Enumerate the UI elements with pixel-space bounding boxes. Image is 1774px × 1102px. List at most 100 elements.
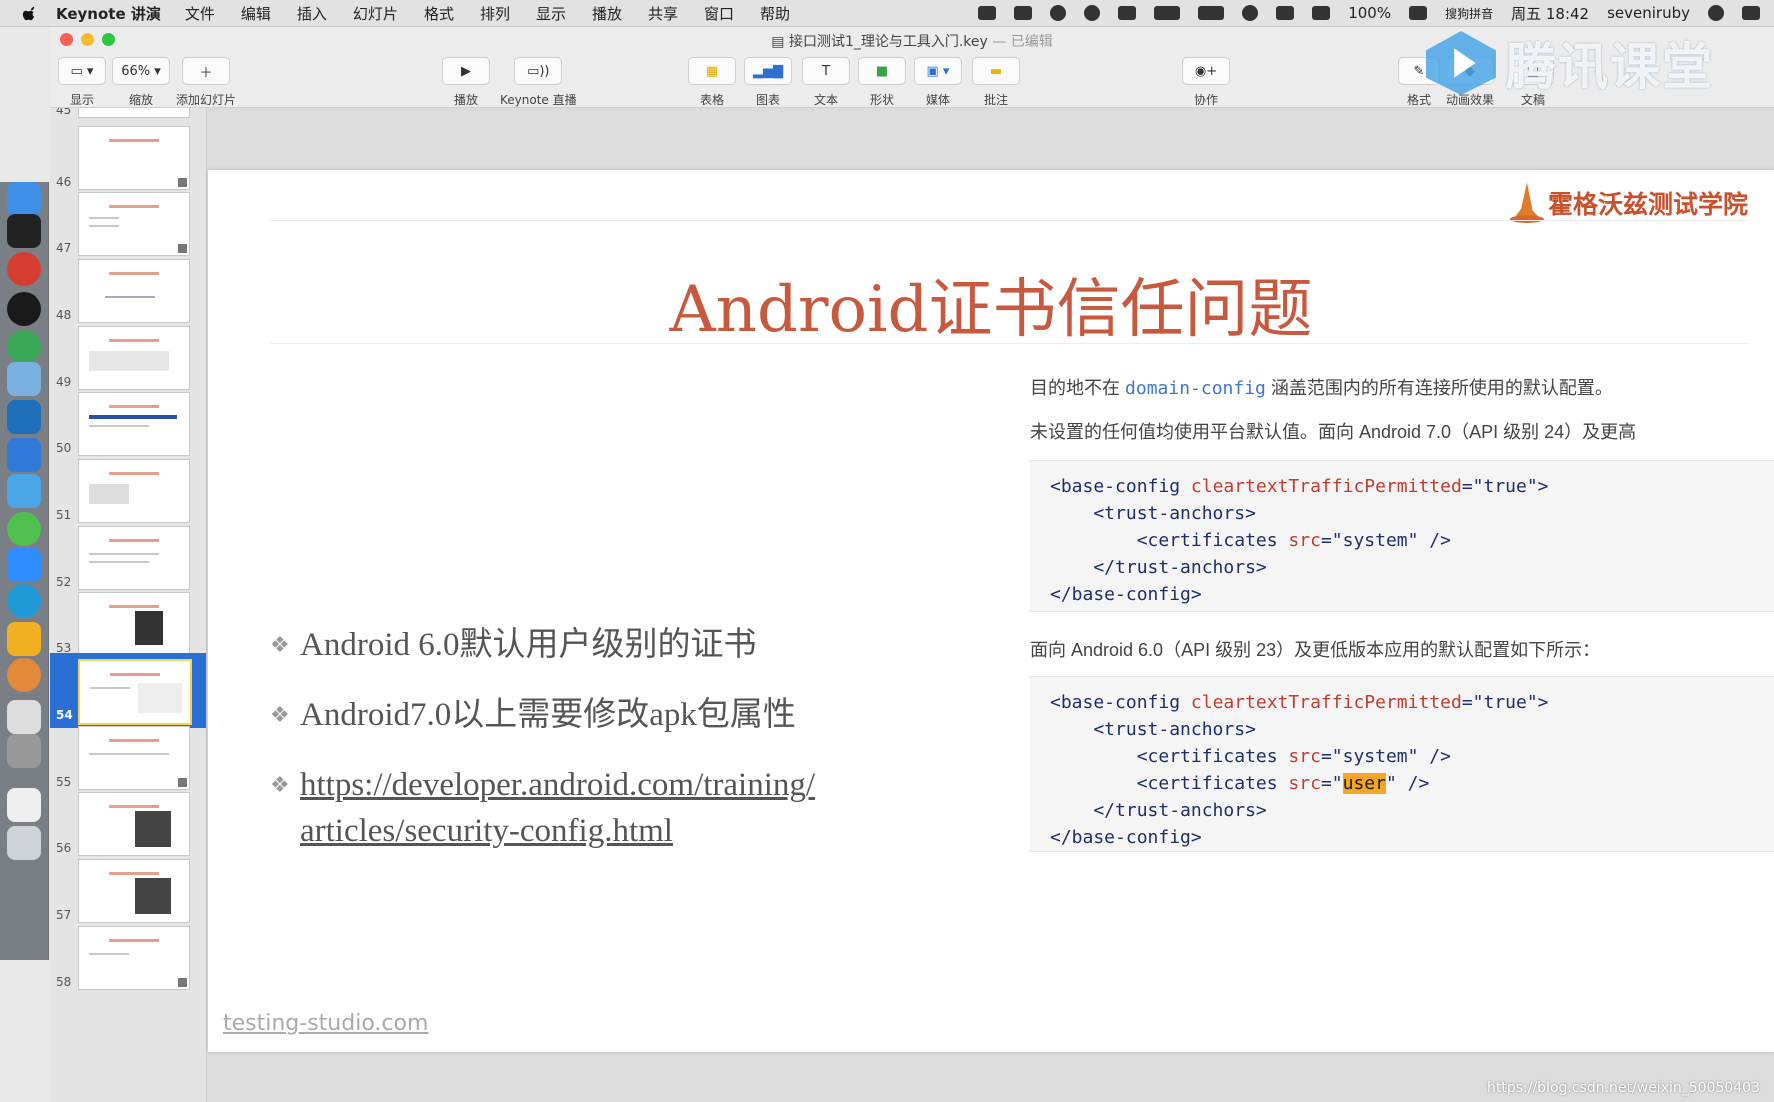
vscode-icon[interactable] [7, 438, 41, 472]
menu-arrange[interactable]: 排列 [480, 3, 510, 24]
bullet-list[interactable]: ❖ Android 6.0默认用户级别的证书 ❖ Android7.0以上需要修… [268, 622, 868, 878]
app-icon[interactable] [7, 658, 41, 692]
slide-thumb-48[interactable]: 48 [50, 253, 206, 328]
view-button[interactable]: ▭ ▾ [58, 57, 106, 85]
slide-thumb-58[interactable]: 58 [50, 920, 206, 995]
thumbnail [78, 192, 190, 256]
clock[interactable]: 周五 18:42 [1511, 3, 1589, 24]
script-editor-icon[interactable] [7, 734, 41, 768]
thumbnail [78, 126, 190, 190]
code-line: <base-config [1050, 692, 1191, 713]
apple-menu-icon[interactable] [22, 4, 40, 22]
keyboard-icon[interactable] [1118, 6, 1137, 20]
slide-navigator[interactable]: 45 46 47 48 49 50 51 52 53 54 55 56 57 5… [50, 108, 207, 1102]
menu-play[interactable]: 播放 [592, 3, 622, 24]
bullet-link-line1[interactable]: https://developer.android.com/training/ [300, 767, 815, 803]
slide-thumb-57[interactable]: 57 [50, 853, 206, 928]
slide-thumb-49[interactable]: 49 [50, 320, 206, 395]
browser-icon[interactable] [7, 584, 41, 618]
slide-number: 58 [56, 975, 72, 989]
wifi-icon[interactable] [1276, 6, 1295, 20]
bullet-item[interactable]: ❖ Android 6.0默认用户级别的证书 [268, 622, 868, 668]
keynote-live-button[interactable]: ▭)) [514, 57, 563, 85]
settings-icon[interactable] [7, 622, 41, 656]
input-method[interactable]: 搜狗拼音 [1445, 5, 1493, 22]
qq-icon-2[interactable] [7, 292, 41, 326]
virtual-machine-icon[interactable] [7, 400, 41, 434]
dropbox-icon[interactable] [978, 6, 997, 20]
comment-button[interactable]: ▬ [972, 57, 1020, 85]
table-button[interactable]: ▦ [688, 57, 736, 85]
slide-thumb-47[interactable]: 47 [50, 186, 206, 261]
menu-bar: Keynote 讲演 文件 编辑 插入 幻灯片 格式 排列 显示 播放 共享 窗… [0, 0, 1774, 27]
slide-thumb-50[interactable]: 50 [50, 386, 206, 461]
chart-button[interactable]: ▂▅▇ [744, 57, 792, 85]
code-line: </base-config> [1050, 827, 1202, 848]
code-line: </base-config> [1050, 584, 1202, 605]
zoom-icon[interactable] [7, 548, 41, 582]
slide-thumb-54[interactable]: 54 [50, 653, 206, 728]
collaborate-button[interactable]: ◉+ [1182, 57, 1230, 85]
phone-icon[interactable] [1242, 5, 1259, 21]
menu-insert[interactable]: 插入 [297, 3, 327, 24]
terminal-icon[interactable] [7, 214, 41, 248]
qq-icon[interactable] [7, 252, 41, 286]
text-button[interactable]: T [802, 57, 850, 85]
thumb-title [109, 472, 159, 475]
slide-thumb-52[interactable]: 52 [50, 520, 206, 595]
volume-icon[interactable] [1312, 6, 1331, 20]
menu-help[interactable]: 帮助 [760, 3, 790, 24]
keynote-live-label: Keynote 直播 [500, 93, 577, 107]
device-icon[interactable] [7, 700, 41, 734]
bullet-link-line2[interactable]: articles/security-config.html [300, 813, 673, 849]
battery-percent[interactable]: 100% [1348, 4, 1391, 22]
menu-format[interactable]: 格式 [424, 3, 454, 24]
slide-thumb-53[interactable]: 53 [50, 586, 206, 661]
menu-file[interactable]: 文件 [185, 3, 215, 24]
slide-canvas[interactable]: 霍格沃兹测试学院 Android证书信任问题 ❖ Android 6.0默认用户… [207, 108, 1774, 1102]
collaborate-label: 协作 [1193, 93, 1218, 107]
thumb-line [89, 553, 159, 555]
user-name[interactable]: seveniruby [1607, 4, 1690, 22]
battery-status-icon[interactable] [1198, 6, 1225, 20]
bullet-item[interactable]: ❖ Android7.0以上需要修改apk包属性 [268, 692, 868, 738]
thumb-line [89, 561, 149, 563]
wechat-icon[interactable] [7, 512, 41, 546]
slide-thumb-51[interactable]: 51 [50, 453, 206, 528]
notification-center-icon[interactable] [1742, 6, 1760, 20]
chrome-icon[interactable] [7, 330, 41, 364]
finder-icon[interactable] [7, 182, 41, 216]
menu-slide[interactable]: 幻灯片 [353, 3, 398, 24]
menu-edit[interactable]: 编辑 [241, 3, 271, 24]
media-button[interactable]: ▣ ▾ [914, 57, 962, 85]
tencent-class-icon[interactable] [7, 474, 41, 508]
slide-footer-link[interactable]: testing-studio.com [223, 1011, 428, 1036]
thumb-block [135, 611, 163, 645]
thumbnail [78, 792, 190, 856]
slide[interactable]: 霍格沃兹测试学院 Android证书信任问题 ❖ Android 6.0默认用户… [208, 170, 1774, 1052]
slide-thumb-46[interactable]: 46 [50, 120, 206, 195]
preview-icon[interactable] [7, 788, 41, 822]
play-button[interactable]: ▶ [442, 57, 490, 85]
menu-share[interactable]: 共享 [648, 3, 678, 24]
glasses-icon[interactable] [1154, 6, 1181, 20]
thumb-block [138, 683, 182, 713]
zoom-select[interactable]: 66% ▾ [112, 57, 170, 85]
app-menu[interactable]: Keynote 讲演 [56, 3, 161, 24]
thumb-title [109, 939, 159, 942]
shape-button[interactable]: ■ [858, 57, 906, 85]
slide-thumb-55[interactable]: 55 [50, 720, 206, 795]
spotlight-search-icon[interactable] [1708, 5, 1724, 21]
add-slide-button[interactable]: ＋ [182, 57, 230, 85]
trash-icon[interactable] [7, 826, 41, 860]
bullet-link-item[interactable]: ❖ https://developer.android.com/training… [268, 762, 868, 854]
slide-title[interactable]: Android证书信任问题 [208, 258, 1774, 350]
status-icon[interactable] [1050, 5, 1067, 21]
mic-icon[interactable] [1084, 5, 1101, 21]
docker-icon[interactable] [1014, 6, 1033, 20]
menu-window[interactable]: 窗口 [704, 3, 734, 24]
menu-view[interactable]: 显示 [536, 3, 566, 24]
keynote-icon[interactable] [7, 362, 41, 396]
slide-thumb-56[interactable]: 56 [50, 786, 206, 861]
sogou-icon[interactable] [1409, 6, 1428, 20]
